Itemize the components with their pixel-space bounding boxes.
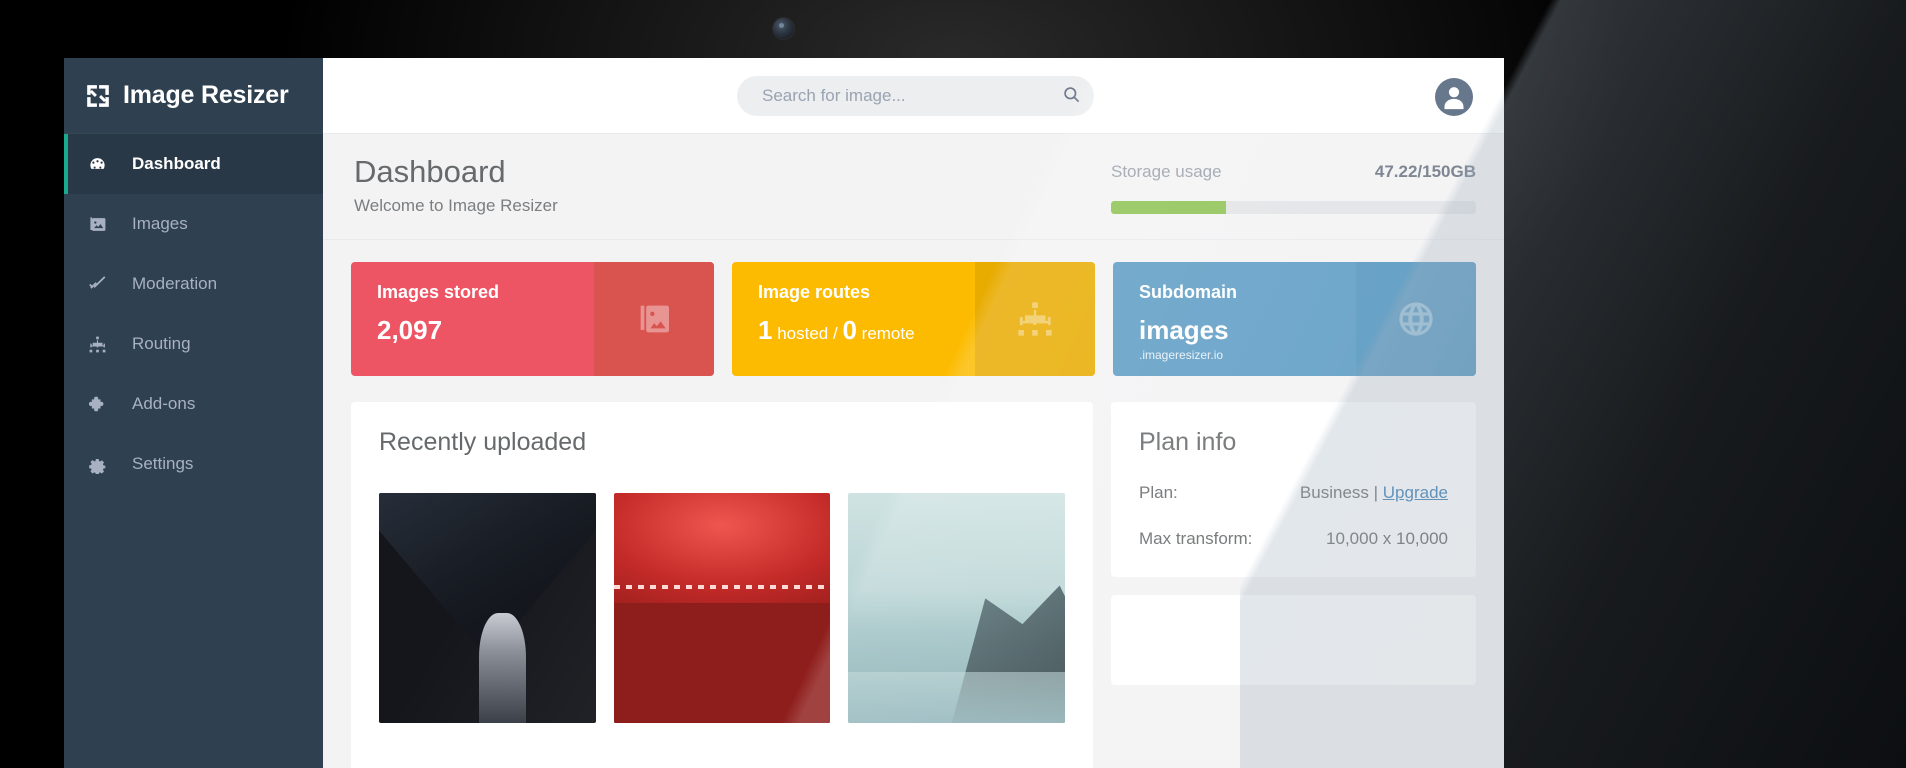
avatar[interactable]: [1435, 78, 1473, 116]
sidebar-item-label: Dashboard: [132, 154, 221, 173]
expand-resize-icon: [85, 83, 111, 109]
main-content: Images stored 2,097 Image routes 1 hoste…: [323, 240, 1504, 768]
stat-card-title: Subdomain: [1139, 282, 1237, 302]
dashboard-icon: [86, 153, 108, 175]
storage-usage-label: Storage usage: [1111, 162, 1222, 181]
sidebar-item-routing[interactable]: Routing: [64, 314, 323, 374]
brand-logo[interactable]: Image Resizer: [64, 58, 323, 134]
sidebar-item-moderation[interactable]: Moderation: [64, 254, 323, 314]
stat-card-body: Image routes 1 hosted / 0 remote: [732, 262, 975, 376]
topbar: [323, 58, 1504, 134]
stat-card-subdomain[interactable]: Subdomain images .imageresizer.io: [1113, 262, 1476, 376]
thumbnail-dark-architecture[interactable]: [379, 493, 596, 723]
plan-info-panel: Plan info Plan: Business | Upgrade Max t…: [1111, 402, 1476, 577]
panels-row: Recently uploaded Plan info Plan: Busine…: [351, 402, 1476, 768]
gear-icon: [86, 453, 108, 475]
sitemap-icon: [86, 333, 108, 355]
page-header: Dashboard Welcome to Image Resizer Stora…: [323, 134, 1504, 240]
sidebar-item-label: Add-ons: [132, 394, 196, 413]
globe-icon: [1356, 262, 1476, 376]
thumbnail-red-concert-crowd[interactable]: [613, 493, 831, 723]
stat-card-title: Image routes: [758, 282, 871, 302]
routes-hosted-label: hosted: [777, 324, 829, 343]
routes-hosted-count: 1: [758, 315, 773, 345]
search-input[interactable]: [737, 86, 1048, 106]
stat-cards-row: Images stored 2,097 Image routes 1 hoste…: [351, 262, 1476, 376]
sidebar-item-label: Settings: [132, 454, 194, 473]
routes-remote-count: 0: [842, 315, 857, 345]
recently-uploaded-panel: Recently uploaded: [351, 402, 1093, 768]
sidebar-item-images[interactable]: Images: [64, 194, 323, 254]
routes-remote-label: remote: [861, 324, 915, 343]
user-avatar-icon: [1439, 82, 1469, 116]
sidebar-item-addons[interactable]: Add-ons: [64, 374, 323, 434]
search-icon: [1062, 85, 1081, 107]
thumbnail-teal-sea-cliff[interactable]: [848, 493, 1066, 723]
tablet-device-frame: Image Resizer Dashboard Images Moderatio…: [0, 0, 1906, 768]
front-camera-icon: [773, 18, 794, 39]
stat-card-value: 2,097: [377, 315, 443, 345]
sidebar-item-label: Moderation: [132, 274, 218, 293]
plan-value-text: Business |: [1299, 483, 1379, 502]
storage-usage-value: 47.22/150GB: [1374, 162, 1476, 181]
search-button[interactable]: [1048, 76, 1094, 116]
subdomain-value: images: [1139, 315, 1229, 345]
side-panels: Plan info Plan: Business | Upgrade Max t…: [1111, 402, 1476, 768]
page-subtitle: Welcome to Image Resizer: [354, 196, 558, 215]
thumbnail-grid: [379, 493, 1066, 723]
stat-card-image-routes[interactable]: Image routes 1 hosted / 0 remote: [732, 262, 1095, 376]
search-bar[interactable]: [737, 76, 1094, 116]
storage-progress-track: [1111, 201, 1476, 214]
double-check-icon: [86, 273, 108, 295]
storage-usage: Storage usage 47.22/150GB: [1111, 162, 1476, 214]
sidebar-item-label: Routing: [132, 334, 191, 353]
upgrade-link[interactable]: Upgrade: [1383, 483, 1448, 502]
images-icon: [86, 213, 108, 235]
plan-row-value: Business | Upgrade: [1284, 483, 1448, 503]
plan-info-title: Plan info: [1139, 428, 1237, 456]
plan-row-plan: Plan: Business | Upgrade: [1139, 483, 1448, 503]
stat-card-title: Images stored: [377, 282, 500, 302]
stat-card-body: Images stored 2,097: [351, 262, 594, 376]
recently-uploaded-title: Recently uploaded: [379, 428, 587, 456]
secondary-side-panel: [1111, 595, 1476, 685]
plan-row-value: 10,000 x 10,000: [1326, 529, 1448, 548]
storage-progress-fill: [1111, 201, 1226, 214]
brand-name: Image Resizer: [123, 81, 289, 109]
plan-row-key: Plan:: [1139, 483, 1178, 502]
stat-card-images-stored[interactable]: Images stored 2,097: [351, 262, 714, 376]
sitemap-icon: [975, 262, 1095, 376]
sidebar: Image Resizer Dashboard Images Moderatio…: [64, 58, 323, 768]
sidebar-item-dashboard[interactable]: Dashboard: [64, 134, 323, 194]
puzzle-icon: [86, 393, 108, 415]
stat-card-value: 1 hosted / 0 remote: [758, 315, 975, 346]
plan-row-key: Max transform:: [1139, 529, 1253, 548]
images-stack-icon: [594, 262, 714, 376]
sidebar-item-label: Images: [132, 214, 188, 233]
sidebar-item-settings[interactable]: Settings: [64, 434, 323, 494]
app-screen: Image Resizer Dashboard Images Moderatio…: [64, 58, 1504, 768]
stat-card-body: Subdomain images .imageresizer.io: [1113, 262, 1356, 376]
plan-row-max-transform: Max transform: 10,000 x 10,000: [1139, 529, 1448, 549]
page-title: Dashboard: [354, 154, 506, 189]
subdomain-suffix: .imageresizer.io: [1139, 348, 1224, 362]
